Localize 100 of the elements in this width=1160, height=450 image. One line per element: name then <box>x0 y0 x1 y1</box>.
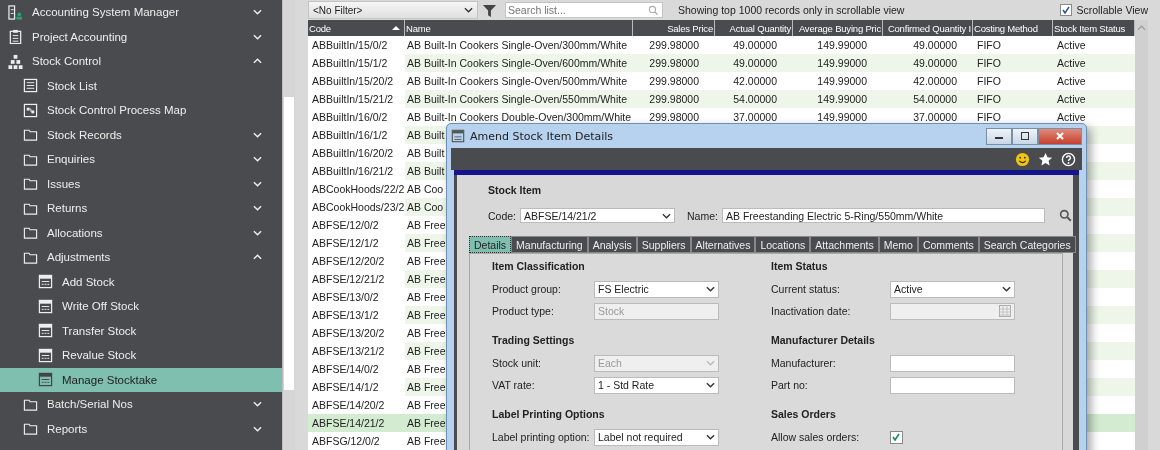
maximize-button[interactable] <box>1012 127 1038 145</box>
field-label: Current status: <box>771 283 841 295</box>
table-cell: ABFSE/13/21/2 <box>312 345 385 357</box>
table-cell: ABBuiltIn/16/1/2 <box>312 129 388 141</box>
nav-item[interactable]: Project Accounting <box>0 24 282 49</box>
tab[interactable]: Suppliers <box>636 236 691 253</box>
table-cell: 37.00000 <box>913 111 957 123</box>
field-label: Inactivation date: <box>771 305 852 317</box>
nav-item[interactable]: Write Off Stock <box>0 294 282 319</box>
sort-ascending-icon <box>392 25 400 30</box>
nav-item[interactable]: Manage Stocktake <box>0 367 282 392</box>
tab[interactable]: Search Categories <box>978 236 1076 253</box>
input-field[interactable] <box>890 354 1015 372</box>
table-cell: Active <box>1057 39 1086 51</box>
star-icon[interactable] <box>1038 151 1053 167</box>
form-icon <box>38 298 53 314</box>
nav-item[interactable]: Revalue Stock <box>0 343 282 368</box>
close-button[interactable] <box>1038 127 1082 145</box>
field-label: Code: <box>488 209 517 222</box>
nav-item[interactable]: Adjustments <box>0 245 282 270</box>
dropdown[interactable]: Active <box>890 280 1015 298</box>
nav-item[interactable]: Accounting System Manager <box>0 0 282 25</box>
nav-item[interactable]: Enquiries <box>0 147 282 172</box>
chevron-up-icon[interactable] <box>253 254 262 261</box>
dropdown[interactable]: Label not required <box>594 428 719 446</box>
scrollbar[interactable] <box>1135 20 1148 450</box>
chevron-down-icon[interactable] <box>253 156 262 163</box>
field-label: Label printing option: <box>492 431 591 443</box>
section-title: Item Status <box>771 260 829 274</box>
table-cell: ABFSE/12/21/2 <box>312 273 385 285</box>
minimize-button[interactable] <box>986 127 1012 145</box>
code-dropdown[interactable]: ABFSE/14/21/2 <box>520 208 676 223</box>
tab[interactable]: Memo <box>878 236 918 253</box>
chevron-down-icon[interactable] <box>253 205 262 212</box>
nav-item[interactable]: Add Stock <box>0 269 282 294</box>
table-cell: ABFSE/13/1/2 <box>312 309 379 321</box>
search-field[interactable]: Search list... <box>505 2 663 18</box>
nav-item[interactable]: Stock List <box>0 73 282 98</box>
folder-icon <box>23 421 38 437</box>
help-icon[interactable] <box>1061 151 1076 167</box>
nav-item[interactable]: Stock Records <box>0 122 282 147</box>
table-cell: ABBuiltIn/16/0/2 <box>312 111 388 123</box>
tab[interactable]: Manufacturing <box>511 236 588 253</box>
table-cell: ABBuiltIn/15/20/2 <box>312 75 394 87</box>
checkbox[interactable] <box>890 430 903 444</box>
table-cell: AB Free <box>407 435 446 447</box>
nav-item[interactable]: Issues <box>0 171 282 196</box>
field-label: Product type: <box>492 305 555 317</box>
table-cell: AB Free <box>407 273 446 285</box>
chevron-down-icon[interactable] <box>253 180 262 187</box>
chevron-down-icon[interactable] <box>253 425 262 432</box>
records-notice: Showing top 1000 records only in scrollable view <box>678 4 905 16</box>
tab[interactable]: Details <box>469 236 512 253</box>
nav-item[interactable]: Batch/Serial Nos <box>0 392 282 417</box>
dropdown[interactable]: FS Electric <box>594 280 719 298</box>
tab[interactable]: Analysis <box>587 236 637 253</box>
table-cell: FIFO <box>977 111 1001 123</box>
tab[interactable]: Locations <box>755 236 811 253</box>
table-cell: ABFSE/13/20/2 <box>312 327 385 339</box>
table-cell: 54.00000 <box>913 93 957 105</box>
table-cell: ABFSE/14/1/2 <box>312 381 379 393</box>
smiley-icon[interactable] <box>1015 151 1030 167</box>
chevron-down-icon[interactable] <box>253 401 262 408</box>
scrollbar[interactable] <box>282 0 295 450</box>
table-cell: AB Free <box>407 417 446 429</box>
nav-item[interactable]: Returns <box>0 196 282 221</box>
chevron-down-icon[interactable] <box>253 33 262 40</box>
table-cell: AB Free <box>407 327 446 339</box>
nav-item[interactable]: Reports <box>0 416 282 441</box>
chevron-down-icon <box>1002 286 1011 292</box>
table-cell: 299.98000 <box>649 39 699 51</box>
form-icon <box>38 372 53 388</box>
nav-item[interactable]: Allocations <box>0 220 282 245</box>
nav-item[interactable]: Stock Control <box>0 49 282 74</box>
tab[interactable]: Attachments <box>810 236 879 253</box>
table-cell: ABFSE/14/20/2 <box>312 399 385 411</box>
filter-icon[interactable] <box>482 2 497 18</box>
chevron-down-icon[interactable] <box>253 9 262 16</box>
chevron-down-icon[interactable] <box>253 131 262 138</box>
table-cell: AB Built-In Cookers Single-Oven/300mm/White <box>407 39 627 51</box>
name-field[interactable]: AB Freestanding Electric 5-Ring/550mm/White <box>721 208 1045 223</box>
table-cell: Active <box>1057 57 1086 69</box>
nav-item[interactable]: Stock Control Process Map <box>0 98 282 123</box>
table-cell: 149.99000 <box>817 57 867 69</box>
chevron-down-icon <box>464 7 473 13</box>
nav-item[interactable]: Transfer Stock <box>0 318 282 343</box>
input-field[interactable] <box>890 376 1015 394</box>
dropdown[interactable]: 1 - Std Rate <box>594 376 719 394</box>
tab[interactable]: Alternatives <box>690 236 756 253</box>
table-cell: AB Free <box>407 255 446 267</box>
tab[interactable]: Comments <box>917 236 979 253</box>
filter-dropdown[interactable]: <No Filter> <box>308 1 478 19</box>
scrollable-view-checkbox[interactable]: Scrollable View <box>1060 4 1148 16</box>
table-cell: ABFSE/12/20/2 <box>312 255 385 267</box>
table-cell: FIFO <box>977 39 1001 51</box>
chevron-down-icon[interactable] <box>253 229 262 236</box>
checkmark-icon <box>891 431 901 442</box>
table-cell: FIFO <box>977 75 1001 87</box>
chevron-up-icon[interactable] <box>253 58 262 65</box>
search-icon[interactable] <box>1058 209 1072 222</box>
